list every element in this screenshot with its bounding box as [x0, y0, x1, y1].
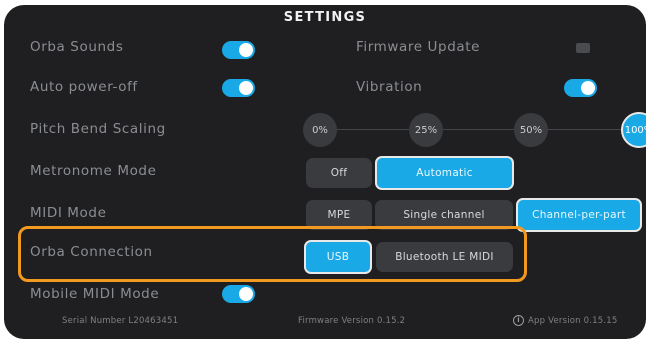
download-icon[interactable] — [576, 43, 590, 53]
metronome-automatic-button[interactable]: Automatic — [375, 156, 514, 190]
metronome-mode-label: Metronome Mode — [30, 163, 157, 179]
orba-sounds-toggle[interactable] — [222, 41, 255, 59]
pitch-bend-track — [320, 129, 640, 130]
auto-power-off-toggle[interactable] — [222, 79, 255, 97]
firmware-version: Firmware Version 0.15.2 — [298, 316, 406, 326]
vibration-label: Vibration — [356, 79, 423, 95]
pitch-bend-scaling-label: Pitch Bend Scaling — [30, 121, 166, 137]
metronome-off-button[interactable]: Off — [306, 158, 372, 188]
pitch-bend-stop-0[interactable]: 0% — [303, 113, 337, 147]
orba-connection-highlight — [18, 226, 527, 282]
auto-power-off-label: Auto power-off — [30, 79, 138, 95]
firmware-update-label: Firmware Update — [356, 39, 481, 55]
mobile-midi-mode-toggle[interactable] — [222, 285, 255, 303]
pitch-bend-stop-100[interactable]: 100% — [621, 112, 646, 148]
pitch-bend-stop-50[interactable]: 50% — [514, 113, 548, 147]
serial-number: Serial Number L20463451 — [62, 316, 179, 326]
midi-mode-label: MIDI Mode — [30, 205, 107, 221]
pitch-bend-stop-25[interactable]: 25% — [409, 113, 443, 147]
orba-sounds-label: Orba Sounds — [30, 39, 124, 55]
info-icon[interactable]: i — [513, 315, 524, 326]
page-title: SETTINGS — [283, 10, 367, 25]
settings-panel: SETTINGS Orba Sounds Firmware Update Aut… — [4, 5, 646, 339]
app-version: App Version 0.15.15 — [528, 316, 618, 326]
mobile-midi-mode-label: Mobile MIDI Mode — [30, 286, 160, 302]
midi-mode-channel-per-part-button[interactable]: Channel-per-part — [516, 198, 642, 232]
vibration-toggle[interactable] — [564, 79, 597, 97]
